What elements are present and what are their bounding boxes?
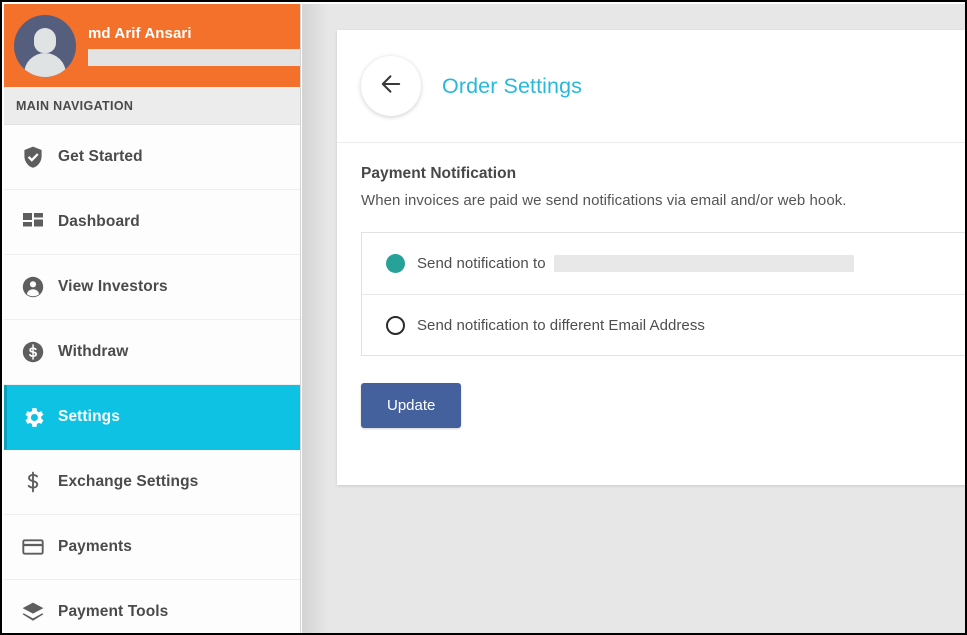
sidebar-item-view-investors[interactable]: View Investors bbox=[4, 255, 300, 320]
user-name: md Arif Ansari bbox=[88, 25, 300, 42]
gear-icon bbox=[14, 405, 52, 430]
credit-card-icon bbox=[14, 535, 52, 559]
order-settings-card: Order Settings Payment Notification When… bbox=[337, 30, 967, 485]
sidebar-item-withdraw[interactable]: S Withdraw bbox=[4, 320, 300, 385]
sidebar-item-label: Get Started bbox=[58, 148, 143, 166]
layers-icon bbox=[14, 600, 52, 624]
sidebar-item-dashboard[interactable]: Dashboard bbox=[4, 190, 300, 255]
user-redacted-field bbox=[88, 49, 300, 66]
shield-check-icon bbox=[14, 145, 52, 169]
user-circle-icon bbox=[14, 275, 52, 299]
sidebar: md Arif Ansari MAIN NAVIGATION Get Start… bbox=[4, 4, 301, 635]
radio-unselected-icon[interactable] bbox=[386, 316, 405, 335]
back-button[interactable] bbox=[361, 56, 421, 116]
radio-option-label: Send notification to bbox=[417, 255, 546, 272]
radio-option-label: Send notification to different Email Add… bbox=[417, 317, 705, 334]
dollar-circle-icon: S bbox=[14, 340, 52, 364]
dollar-sign-icon bbox=[14, 470, 52, 494]
main-content-area: Order Settings Payment Notification When… bbox=[302, 4, 967, 635]
email-redacted-value bbox=[554, 255, 854, 272]
avatar-head-shape bbox=[34, 28, 56, 53]
app-window: md Arif Ansari MAIN NAVIGATION Get Start… bbox=[0, 0, 967, 635]
card-body: Payment Notification When invoices are p… bbox=[337, 143, 967, 428]
sidebar-item-label: Dashboard bbox=[58, 213, 140, 231]
sidebar-item-label: View Investors bbox=[58, 278, 168, 296]
user-info: md Arif Ansari bbox=[88, 25, 301, 66]
sidebar-item-settings[interactable]: Settings bbox=[4, 385, 300, 450]
arrow-left-icon bbox=[377, 70, 405, 103]
page-title: Order Settings bbox=[442, 74, 582, 99]
radio-option-different-email[interactable]: Send notification to different Email Add… bbox=[362, 294, 967, 355]
user-avatar-icon bbox=[14, 15, 76, 77]
user-panel: md Arif Ansari bbox=[4, 4, 300, 87]
nav-section-header: MAIN NAVIGATION bbox=[4, 87, 300, 125]
sidebar-item-exchange-settings[interactable]: Exchange Settings bbox=[4, 450, 300, 515]
radio-option-default-email[interactable]: Send notification to bbox=[362, 233, 967, 294]
radio-selected-icon[interactable] bbox=[386, 254, 405, 273]
sidebar-item-label: Withdraw bbox=[58, 343, 128, 361]
dashboard-grid-icon bbox=[14, 210, 52, 234]
sidebar-item-payment-tools[interactable]: Payment Tools bbox=[4, 580, 300, 635]
card-header: Order Settings bbox=[337, 30, 967, 143]
notification-radio-group: Send notification to Send notification t… bbox=[361, 232, 967, 356]
avatar-body-shape bbox=[24, 53, 66, 77]
section-description: When invoices are paid we send notificat… bbox=[361, 192, 967, 209]
sidebar-item-label: Payment Tools bbox=[58, 603, 168, 621]
sidebar-item-label: Exchange Settings bbox=[58, 473, 198, 491]
sidebar-item-label: Settings bbox=[58, 408, 120, 426]
update-button[interactable]: Update bbox=[361, 383, 461, 428]
section-title: Payment Notification bbox=[361, 165, 967, 183]
sidebar-item-label: Payments bbox=[58, 538, 132, 556]
sidebar-item-get-started[interactable]: Get Started bbox=[4, 125, 300, 190]
sidebar-item-payments[interactable]: Payments bbox=[4, 515, 300, 580]
content-shadow bbox=[302, 4, 328, 635]
